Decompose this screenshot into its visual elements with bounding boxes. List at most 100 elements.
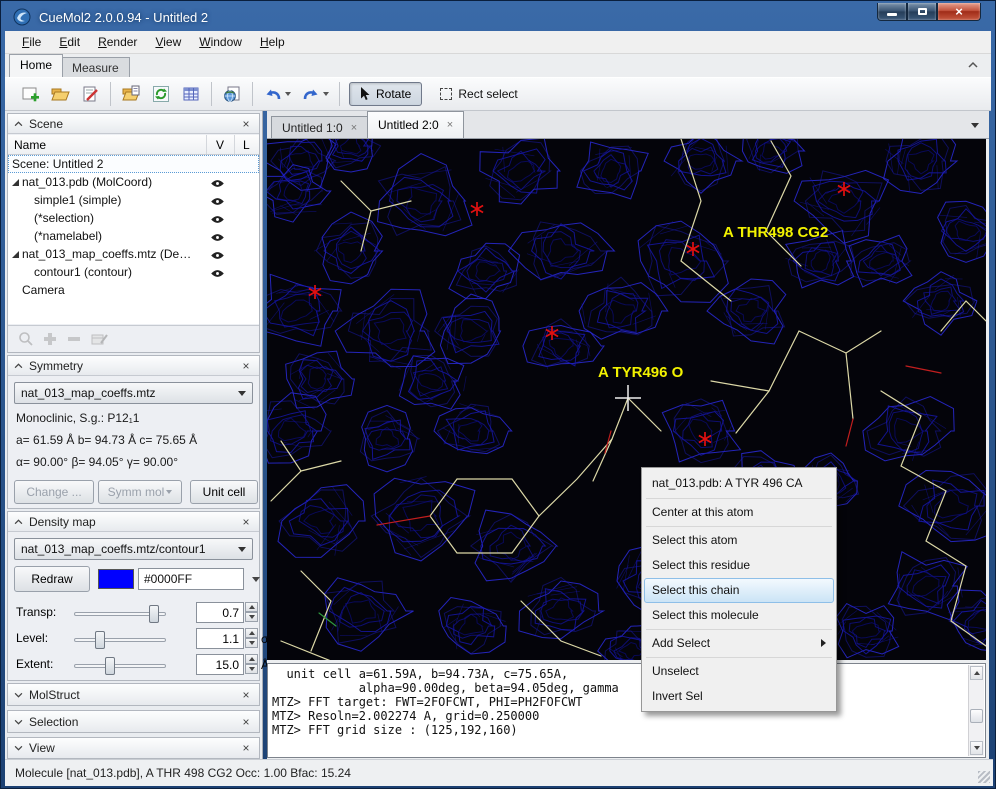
density-panel-header[interactable]: Density map × [8, 512, 259, 532]
col-lock[interactable]: L [235, 135, 259, 154]
col-visible[interactable]: V [207, 135, 235, 154]
map-color-input[interactable]: #0000FF [138, 568, 244, 590]
level-slider[interactable] [74, 638, 166, 642]
menu-invert-sel[interactable]: Invert Sel [644, 684, 834, 709]
tree-row-namelabel[interactable]: (*namelabel) [8, 227, 259, 245]
extent-value[interactable]: 15.0 [196, 654, 244, 675]
log-console[interactable]: unit cell a=61.59A, b=94.73A, c=75.65A, … [267, 663, 986, 758]
symmetry-object-select[interactable]: nat_013_map_coeffs.mtz [14, 382, 253, 404]
close-button[interactable]: × [937, 3, 981, 21]
slider-thumb[interactable] [95, 631, 105, 649]
new-scene-button[interactable] [16, 81, 44, 107]
symm-mol-button[interactable]: Symm mol [98, 480, 182, 504]
map-color-swatch[interactable] [98, 569, 134, 589]
transp-spinner[interactable] [245, 602, 258, 623]
redraw-button[interactable]: Redraw [14, 566, 90, 592]
minimize-button[interactable] [877, 3, 907, 21]
view-close-icon[interactable]: × [239, 741, 253, 755]
tree-row-selection[interactable]: (*selection) [8, 209, 259, 227]
save-scene-button[interactable] [76, 81, 104, 107]
menu-render[interactable]: Render [89, 32, 146, 52]
menu-help[interactable]: Help [251, 32, 294, 52]
add-icon[interactable] [42, 331, 58, 347]
visibility-eye-icon[interactable] [210, 249, 225, 263]
maximize-button[interactable] [907, 3, 937, 21]
console-scrollbar[interactable] [968, 665, 984, 756]
tree-row-contour1[interactable]: contour1 (contour) [8, 263, 259, 281]
view-header[interactable]: View × [8, 738, 259, 758]
tab-measure[interactable]: Measure [61, 57, 130, 77]
menu-file[interactable]: File [13, 32, 50, 52]
tab-close-icon[interactable]: × [447, 119, 453, 131]
unit-cell-button[interactable]: Unit cell [190, 480, 258, 504]
visibility-eye-icon[interactable] [210, 231, 225, 245]
menu-select-chain[interactable]: Select this chain [644, 578, 834, 603]
selection-header[interactable]: Selection × [8, 711, 259, 732]
mol-table-button[interactable] [177, 81, 205, 107]
menu-edit[interactable]: Edit [50, 32, 89, 52]
tab-list-dropdown-icon[interactable] [971, 123, 979, 128]
slider-thumb[interactable] [149, 605, 159, 623]
menu-add-select[interactable]: Add Select [644, 631, 834, 656]
remove-icon[interactable] [66, 331, 82, 347]
rotate-toggle-button[interactable]: Rotate [349, 82, 422, 106]
molstruct-close-icon[interactable]: × [239, 688, 253, 702]
molstruct-header[interactable]: MolStruct × [8, 684, 259, 705]
undo-dropdown-icon[interactable] [285, 92, 291, 96]
visibility-eye-icon[interactable] [210, 267, 225, 281]
viewport-tab-2[interactable]: Untitled 2:0 × [367, 111, 464, 138]
visibility-eye-icon[interactable] [210, 213, 225, 227]
zoom-icon[interactable] [18, 331, 34, 347]
scroll-thumb[interactable] [970, 709, 983, 723]
menu-select-molecule[interactable]: Select this molecule [644, 603, 834, 628]
scene-panel-close-icon[interactable]: × [239, 117, 253, 131]
col-name[interactable]: Name [8, 135, 207, 154]
density-object-select[interactable]: nat_013_map_coeffs.mtz/contour1 [14, 538, 253, 560]
menu-unselect[interactable]: Unselect [644, 659, 834, 684]
symmetry-panel-close-icon[interactable]: × [239, 359, 253, 373]
reload-button[interactable] [147, 81, 175, 107]
tab-home[interactable]: Home [9, 54, 63, 77]
transp-slider[interactable] [74, 612, 166, 616]
menu-view[interactable]: View [146, 32, 190, 52]
expander-icon[interactable] [12, 179, 19, 186]
symmetry-panel-header[interactable]: Symmetry × [8, 356, 259, 376]
menu-center-at-atom[interactable]: Center at this atom [644, 500, 834, 525]
undo-button[interactable] [259, 81, 295, 107]
level-spinner[interactable] [245, 628, 258, 649]
redo-button[interactable] [297, 81, 333, 107]
change-button[interactable]: Change ... [14, 480, 94, 504]
tree-row-scene[interactable]: Scene: Untitled 2 [8, 155, 259, 173]
extent-slider[interactable] [74, 664, 166, 668]
menu-select-atom[interactable]: Select this atom [644, 528, 834, 553]
visibility-eye-icon[interactable] [210, 177, 225, 191]
tree-row-molcoord[interactable]: nat_013.pdb (MolCoord) [8, 173, 259, 191]
selection-close-icon[interactable]: × [239, 715, 253, 729]
tree-row-mtz[interactable]: nat_013_map_coeffs.mtz (De… [8, 245, 259, 263]
menu-select-residue[interactable]: Select this residue [644, 553, 834, 578]
rect-select-toggle[interactable]: Rect select [432, 83, 525, 105]
extent-spinner[interactable] [245, 654, 258, 675]
transp-value[interactable]: 0.7 [196, 602, 244, 623]
open-file-button[interactable] [117, 81, 145, 107]
density-panel-close-icon[interactable]: × [239, 515, 253, 529]
tree-row-camera[interactable]: Camera [8, 281, 259, 299]
viewport-tab-1[interactable]: Untitled 1:0 × [271, 116, 368, 138]
redo-dropdown-icon[interactable] [323, 92, 329, 96]
level-value[interactable]: 1.1 [196, 628, 244, 649]
scene-panel-header[interactable]: Scene × [8, 114, 259, 134]
molecular-viewport[interactable]: A THR498 CG2A TYR496 O [267, 139, 986, 660]
resize-grip[interactable] [978, 771, 990, 783]
open-scene-button[interactable] [46, 81, 74, 107]
collapse-ribbon-icon[interactable] [967, 60, 979, 70]
tab-close-icon[interactable]: × [351, 122, 357, 134]
scroll-down-icon[interactable] [970, 741, 983, 755]
tree-row-simple1[interactable]: simple1 (simple) [8, 191, 259, 209]
properties-icon[interactable] [90, 331, 108, 347]
slider-thumb[interactable] [105, 657, 115, 675]
expander-icon[interactable] [12, 251, 19, 258]
menu-window[interactable]: Window [190, 32, 251, 52]
scroll-up-icon[interactable] [970, 666, 983, 680]
render-settings-button[interactable] [218, 81, 246, 107]
color-dropdown-arrow-icon[interactable] [252, 577, 260, 582]
